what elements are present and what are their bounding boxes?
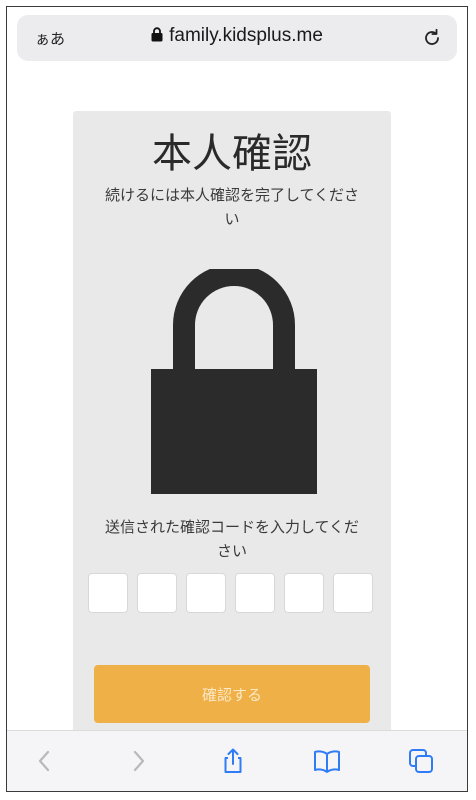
- confirm-button[interactable]: 確認する: [94, 665, 370, 723]
- padlock-icon: [151, 269, 317, 494]
- bookmarks-icon[interactable]: [313, 747, 341, 775]
- page-title: 本人確認: [152, 131, 312, 177]
- phone-frame: ぁあ family.kidsplus.me 本人確認 続けるには本人確認を完了し…: [6, 6, 468, 792]
- code-digit-input-2[interactable]: [137, 573, 177, 613]
- back-icon[interactable]: [31, 747, 59, 775]
- instruction-text: 送信された確認コードを入力してください: [104, 518, 360, 560]
- tabs-icon[interactable]: [407, 747, 435, 775]
- verification-code-input: [88, 573, 380, 613]
- address-bar[interactable]: ぁあ family.kidsplus.me: [17, 15, 457, 61]
- lock-icon: [151, 27, 163, 42]
- reload-icon[interactable]: [421, 27, 443, 49]
- browser-toolbar: [7, 730, 467, 791]
- url-display[interactable]: family.kidsplus.me: [17, 25, 457, 47]
- code-digit-input-4[interactable]: [235, 573, 275, 613]
- forward-icon[interactable]: [124, 747, 152, 775]
- code-digit-input-3[interactable]: [186, 573, 226, 613]
- code-digit-input-5[interactable]: [284, 573, 324, 613]
- verification-card: 本人確認 続けるには本人確認を完了してください 送信された確認コードを入力してく…: [73, 111, 391, 751]
- subtitle-text: 続けるには本人確認を完了してください: [104, 186, 360, 228]
- share-icon[interactable]: [219, 747, 247, 775]
- code-digit-input-1[interactable]: [88, 573, 128, 613]
- code-digit-input-6[interactable]: [333, 573, 373, 613]
- url-text: family.kidsplus.me: [169, 25, 323, 46]
